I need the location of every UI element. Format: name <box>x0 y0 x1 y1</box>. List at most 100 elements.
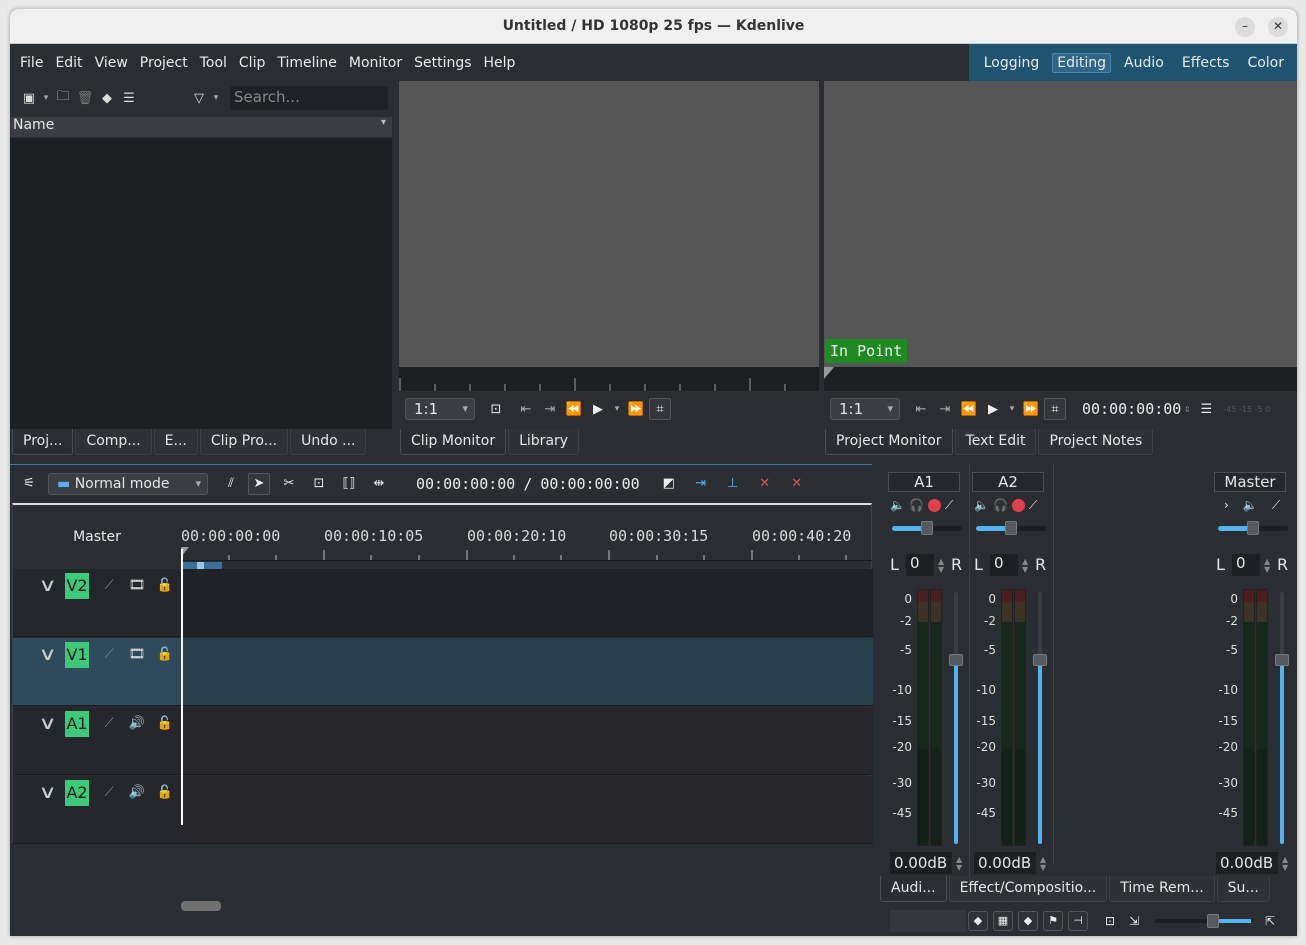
forward-icon[interactable]: ⏩ <box>625 398 647 420</box>
playhead[interactable] <box>181 549 183 825</box>
track-label[interactable]: V2 <box>65 573 89 599</box>
balance-input[interactable]: 0 <box>1232 554 1260 576</box>
menu-file[interactable]: File <box>14 55 49 71</box>
balance-spinner-icon[interactable]: ▲ ▼ <box>1264 558 1270 574</box>
set-out-point-icon[interactable]: ⇥ <box>934 398 956 420</box>
pan-handle[interactable] <box>1005 521 1017 535</box>
tag-icon[interactable]: ◆ <box>96 87 118 109</box>
project-monitor-screen[interactable] <box>824 81 1297 367</box>
effects-wand-icon[interactable]: ⟋ <box>97 642 121 666</box>
track-a2[interactable]: ∨ A2 ⟋ 🔊 🔓 <box>13 776 873 844</box>
track-v1[interactable]: ∨ V1 ⟋ 🎞 🔓 <box>13 638 873 706</box>
selection-tool-icon[interactable]: ➤ <box>248 472 270 495</box>
track-label[interactable]: V1 <box>65 642 89 668</box>
tab-clip-monitor[interactable]: Clip Monitor <box>400 429 507 455</box>
filter-dropdown-icon[interactable]: ▾ <box>210 87 222 109</box>
toggle-effects-icon[interactable]: ⊡ <box>485 398 507 420</box>
crop-icon[interactable]: ⌗ <box>1044 398 1066 420</box>
effects-wand-icon[interactable]: ⟋ <box>97 780 121 804</box>
tab-audio-mixer[interactable]: Audi... <box>880 876 947 902</box>
volume-fader[interactable] <box>1033 592 1047 844</box>
audio-thumbnails-icon[interactable]: ◆ <box>1018 910 1038 931</box>
menu-timeline[interactable]: Timeline <box>271 55 343 71</box>
layout-editing[interactable]: Editing <box>1052 52 1112 73</box>
rewind-icon[interactable]: ⏪ <box>563 398 585 420</box>
crop-icon[interactable]: ⌗ <box>649 398 671 420</box>
pan-handle[interactable] <box>1247 521 1259 535</box>
volume-handle[interactable] <box>949 654 963 667</box>
play-dropdown-icon[interactable]: ▾ <box>1006 398 1018 420</box>
tab-library[interactable]: Library <box>508 429 580 455</box>
menu-settings[interactable]: Settings <box>408 55 477 71</box>
lock-open-icon[interactable]: 🔓 <box>153 780 177 804</box>
play-icon[interactable]: ▶ <box>982 398 1004 420</box>
tag-icon[interactable]: ◆ <box>968 910 988 931</box>
clip-monitor-zoom-select[interactable]: 1:1 <box>405 398 475 420</box>
effects-wand-icon[interactable]: ⟋ <box>97 573 121 597</box>
track-area[interactable] <box>182 638 873 705</box>
menu-help[interactable]: Help <box>478 55 522 71</box>
collapse-chevron-icon[interactable]: ∨ <box>38 713 56 734</box>
headphones-icon[interactable]: 🎧 <box>909 498 924 513</box>
menu-project[interactable]: Project <box>134 55 194 71</box>
menu-clip[interactable]: Clip <box>233 55 271 71</box>
overwrite-icon[interactable]: ⊥ <box>722 473 744 495</box>
fit-zoom-icon[interactable]: ⊡ <box>1099 910 1121 932</box>
markers-flag-icon[interactable]: ⚑ <box>1043 910 1063 931</box>
composite-toggle-icon[interactable]: ◩ <box>658 473 680 495</box>
volume-spinner-icon[interactable]: ▲ ▼ <box>1282 856 1288 872</box>
clip-monitor-ruler[interactable] <box>399 367 819 391</box>
razor-mode-icon[interactable]: ⫽ <box>220 473 242 495</box>
rewind-icon[interactable]: ⏪ <box>958 398 980 420</box>
timeline-horizontal-scrollbar[interactable] <box>181 901 221 911</box>
tab-time-remapping[interactable]: Time Rem... <box>1109 876 1215 902</box>
tab-undo-history[interactable]: Undo ... <box>290 429 367 455</box>
edit-mode-select[interactable]: ▬ Normal mode <box>48 472 208 495</box>
tab-project-monitor[interactable]: Project Monitor <box>825 429 953 455</box>
record-icon[interactable] <box>1011 499 1025 512</box>
zoom-in-icon[interactable]: ⇱ <box>1259 910 1281 932</box>
set-out-point-icon[interactable]: ⇥ <box>539 398 561 420</box>
pan-slider[interactable] <box>892 521 962 535</box>
volume-input[interactable]: 0.00dB <box>974 852 1036 874</box>
speaker-icon[interactable]: 🔊 <box>125 711 149 735</box>
tab-clip-properties[interactable]: Clip Pro... <box>199 429 289 455</box>
menu-edit[interactable]: Edit <box>49 55 88 71</box>
tab-project-notes[interactable]: Project Notes <box>1038 429 1154 455</box>
tab-project-bin[interactable]: Proj... <box>12 429 74 455</box>
delete-icon[interactable]: 🗑 <box>74 87 96 109</box>
master-label[interactable]: Master <box>13 505 181 565</box>
clip-monitor-screen[interactable] <box>399 81 819 367</box>
ripple-tool-icon[interactable]: ⟦⟧ <box>338 473 360 495</box>
track-label[interactable]: A1 <box>65 711 89 737</box>
film-icon[interactable]: 🎞 <box>125 642 149 666</box>
monitor-menu-icon[interactable]: ☰ <box>1195 398 1217 420</box>
zoom-out-icon[interactable]: ⇲ <box>1123 910 1145 932</box>
snap-icon[interactable]: ⊣ <box>1068 910 1088 931</box>
balance-spinner-icon[interactable]: ▲ ▼ <box>938 558 944 574</box>
effects-wand-icon[interactable]: ⟋ <box>97 711 121 735</box>
mute-icon[interactable]: 🔈 <box>974 498 989 513</box>
column-header-name[interactable]: Name ▾ <box>10 117 392 137</box>
layout-logging[interactable]: Logging <box>979 53 1045 73</box>
play-icon[interactable]: ▶ <box>587 398 609 420</box>
pan-handle[interactable] <box>921 521 933 535</box>
project-monitor-zoom-select[interactable]: 1:1 <box>830 398 900 420</box>
bin-list[interactable] <box>10 138 392 429</box>
minimize-button[interactable]: – <box>1235 17 1255 37</box>
set-in-point-icon[interactable]: ⇤ <box>515 398 537 420</box>
lock-open-icon[interactable]: 🔓 <box>153 642 177 666</box>
set-in-point-icon[interactable]: ⇤ <box>910 398 932 420</box>
pan-slider[interactable] <box>1218 521 1288 535</box>
extract-icon[interactable]: ✕ <box>754 473 776 495</box>
layout-color[interactable]: Color <box>1242 53 1289 73</box>
menu-monitor[interactable]: Monitor <box>343 55 408 71</box>
balance-input[interactable]: 0 <box>990 554 1018 576</box>
record-icon[interactable] <box>927 499 941 512</box>
timeline-position[interactable]: 00:00:00:00 <box>416 475 515 493</box>
cut-tool-icon[interactable]: ✂ <box>278 473 300 495</box>
effects-wand-icon[interactable]: ⟋ <box>1272 498 1280 513</box>
insert-icon[interactable]: ⇥ <box>690 473 712 495</box>
balance-spinner-icon[interactable]: ▲ ▼ <box>1022 558 1028 574</box>
tab-compositions[interactable]: Comp... <box>75 429 152 455</box>
